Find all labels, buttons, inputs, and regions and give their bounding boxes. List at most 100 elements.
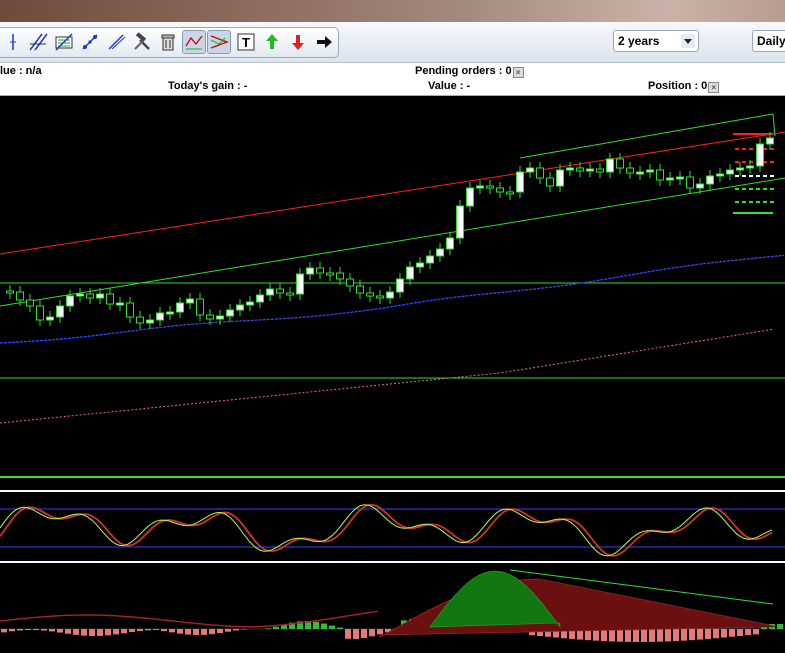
macd-histogram-bar (609, 629, 615, 642)
pending-orders-label: Pending orders : 0 × (415, 65, 524, 78)
candle-body (406, 266, 414, 280)
macd-histogram-bar (729, 629, 735, 637)
candle-body (666, 177, 674, 181)
price-chart-canvas[interactable] (0, 96, 785, 653)
macd-histogram-bar (97, 629, 103, 636)
macd-histogram-bar (41, 629, 47, 631)
fibonacci-tool-icon[interactable] (53, 31, 75, 53)
period-select[interactable]: 2 years (613, 30, 699, 52)
candle-body (726, 169, 734, 175)
candle-body (546, 177, 554, 187)
macd-histogram-bar (185, 629, 191, 635)
candle-body (216, 315, 224, 320)
macd-histogram-bar (65, 629, 71, 634)
macd-histogram-bar (17, 629, 23, 631)
value-label: Value : - (428, 80, 471, 92)
trend-line-tool-icon[interactable] (79, 31, 101, 53)
candle-body (516, 171, 524, 193)
macd-histogram-bar (689, 629, 695, 641)
macd-histogram-bar (217, 629, 223, 634)
candle-body (676, 176, 684, 180)
macd-histogram-bar (361, 629, 367, 639)
sell-down-arrow-icon[interactable] (287, 31, 309, 53)
macd-histogram-bar (617, 629, 623, 642)
candle-body (336, 272, 344, 280)
interval-select[interactable]: Daily (752, 30, 785, 52)
macd-histogram-bar (337, 627, 343, 629)
period-select-value: 2 years (618, 34, 660, 48)
candle-body (746, 165, 754, 169)
candle-body (96, 293, 104, 299)
channel-tool-icon[interactable] (182, 30, 206, 54)
parallel-lines-tool-icon[interactable] (27, 31, 49, 53)
candle-body (576, 167, 584, 172)
macd-histogram-bar (737, 629, 743, 636)
macd-histogram-bar (169, 629, 175, 633)
candle-body (626, 167, 634, 174)
candle-body (166, 311, 174, 315)
hammer-tool-icon[interactable] (131, 31, 153, 53)
candle-body (266, 288, 274, 296)
candle-body (296, 273, 304, 295)
interval-select-value: Daily (757, 34, 785, 48)
candle-body (606, 158, 614, 173)
candle-body (586, 168, 594, 172)
position-label: Position : 0 × (648, 80, 720, 93)
candle-body (356, 285, 364, 294)
chevron-down-icon[interactable] (681, 34, 695, 48)
candle-body (326, 272, 334, 276)
candle-body (246, 301, 254, 306)
buy-up-arrow-icon[interactable] (261, 31, 283, 53)
chart-toolbar: T 2 years Daily (0, 22, 785, 63)
trash-icon[interactable] (157, 31, 179, 53)
candle-body (46, 316, 54, 321)
candle-body (446, 237, 454, 250)
candle-body (136, 316, 144, 324)
macd-histogram-bar (161, 629, 167, 632)
candle-body (486, 185, 494, 189)
candle-body (736, 167, 744, 171)
macd-histogram-bar (129, 629, 135, 633)
candle-body (396, 278, 404, 293)
candle-body (226, 309, 234, 317)
right-arrow-icon[interactable] (313, 31, 335, 53)
candle-body (86, 293, 94, 299)
candle-body (126, 302, 134, 318)
candle-body (616, 158, 624, 169)
candle-body (656, 169, 664, 181)
candle-body (476, 185, 484, 189)
candle-body (346, 278, 354, 287)
candle-body (686, 176, 694, 189)
macd-histogram-bar (345, 629, 351, 639)
macd-histogram-bar (9, 629, 15, 632)
macd-histogram-bar (137, 629, 143, 632)
candle-body (466, 187, 474, 207)
ray-line-tool-icon[interactable] (105, 31, 127, 53)
candle-body (636, 171, 644, 175)
window-background-strip (0, 0, 785, 22)
macd-histogram-bar (625, 629, 631, 642)
pending-orders-details-icon[interactable]: × (512, 67, 524, 78)
macd-histogram-bar (25, 629, 31, 631)
macd-histogram-bar (225, 629, 231, 632)
macd-histogram-bar (713, 629, 719, 639)
candle-body (706, 175, 714, 185)
vertical-line-tool-icon[interactable] (2, 31, 24, 53)
macd-histogram-bar (89, 629, 95, 636)
macd-histogram-bar (57, 629, 63, 633)
position-details-icon[interactable]: × (708, 82, 720, 93)
macd-histogram-bar (657, 629, 663, 642)
candle-body (646, 169, 654, 173)
triangle-tool-icon[interactable] (207, 30, 231, 54)
macd-histogram-bar (273, 626, 279, 629)
text-tool-icon[interactable]: T (235, 31, 257, 53)
candle-body (16, 291, 24, 301)
candle-body (186, 298, 194, 304)
macd-histogram-bar (705, 629, 711, 639)
account-info-bar: lue : n/a Pending orders : 0 × Today's ga… (0, 63, 785, 96)
candle-body (276, 288, 284, 294)
macd-histogram-bar (233, 629, 239, 631)
candle-body (36, 305, 44, 321)
candle-body (596, 168, 604, 173)
candle-body (756, 143, 764, 167)
